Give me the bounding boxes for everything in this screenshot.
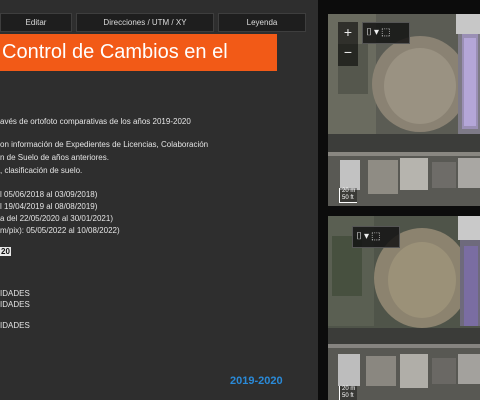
description-line: n de Suelo de años anteriores. [0, 153, 109, 162]
map-tools-bottom: ⌷ ▾ ⬚ [352, 226, 400, 248]
editar-button[interactable]: Editar [0, 13, 72, 32]
zoom-control: + − [338, 22, 358, 66]
zoom-in-button[interactable]: + [338, 22, 358, 42]
date-range-line: a del 22/05/2020 al 30/01/2021) [0, 214, 113, 223]
swipe-icon[interactable]: ⌷ [366, 23, 372, 43]
info-panel: Editar Direcciones / UTM / XY Leyenda Co… [0, 0, 318, 400]
scale-feet: 50 ft [342, 393, 354, 399]
swipe-icon[interactable]: ⌷ [356, 227, 362, 247]
orthophoto-image-bottom [328, 216, 480, 400]
scale-bar-top: 20 m 50 ft [339, 188, 358, 203]
date-range-line: l 05/06/2018 al 03/09/2018) [0, 190, 98, 199]
description-line: , clasificación de suelo. [0, 166, 83, 175]
map-tools-top: ⌷ ▾ ⬚ [362, 22, 410, 44]
list-item[interactable]: IDADES [0, 300, 30, 309]
year-comparison-link[interactable]: 2019-2020 [230, 375, 283, 387]
list-item[interactable]: IDADES [0, 321, 30, 330]
year-tag-label: 20 [0, 247, 11, 256]
page-title-banner: Control de Cambios en el [0, 34, 277, 71]
zoom-out-button[interactable]: − [338, 42, 358, 62]
orthophoto-map-bottom[interactable]: ⌷ ▾ ⬚ 20 m 50 ft [328, 216, 480, 400]
date-range-line: l 19/04/2019 al 08/08/2019) [0, 202, 98, 211]
chevron-down-icon[interactable]: ▾ [374, 23, 379, 43]
scale-bar-bottom: 20 m 50 ft [339, 386, 358, 400]
toolbar: Editar Direcciones / UTM / XY Leyenda [0, 13, 318, 32]
chevron-down-icon[interactable]: ▾ [364, 227, 369, 247]
year-tag[interactable]: 20 [0, 247, 11, 256]
subtitle-text: avés de ortofoto comparativas de los año… [0, 117, 191, 126]
description-line: on información de Expedientes de Licenci… [0, 140, 209, 149]
scale-meters: 20 m [342, 188, 356, 194]
orthophoto-map-top[interactable]: + − ⌷ ▾ ⬚ 20 m 50 ft [328, 14, 480, 206]
map-panel: + − ⌷ ▾ ⬚ 20 m 50 ft ⌷ ▾ ⬚ 20 m 50 ft [318, 0, 480, 400]
select-area-icon[interactable]: ⬚ [371, 227, 380, 247]
select-area-icon[interactable]: ⬚ [381, 23, 390, 43]
map-divider [328, 206, 480, 216]
direcciones-utm-xy-button[interactable]: Direcciones / UTM / XY [76, 13, 214, 32]
scale-feet: 50 ft [342, 195, 354, 201]
leyenda-button[interactable]: Leyenda [218, 13, 306, 32]
list-item[interactable]: IDADES [0, 289, 30, 298]
date-range-line: m/pix): 05/05/2022 al 10/08/2022) [0, 226, 120, 235]
scale-meters: 20 m [342, 386, 356, 392]
